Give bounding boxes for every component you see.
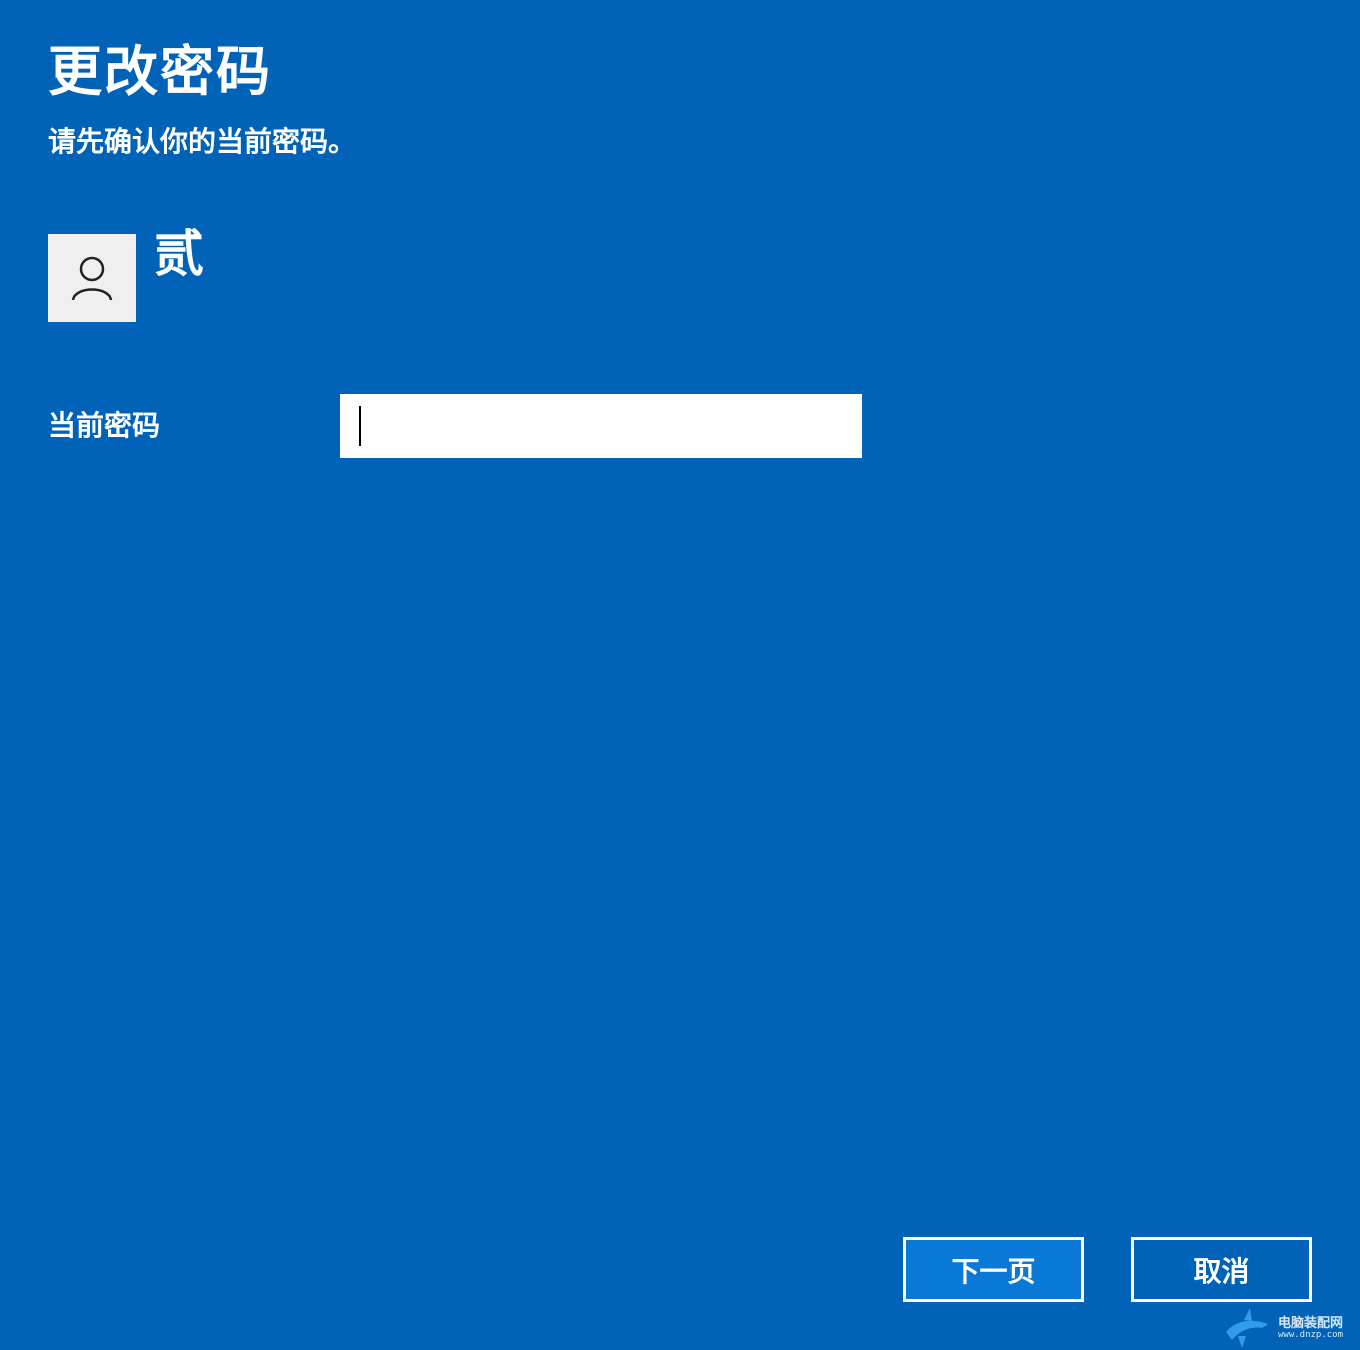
current-password-input[interactable] bbox=[340, 394, 862, 458]
watermark-title: 电脑装配网 bbox=[1278, 1316, 1344, 1331]
cancel-button[interactable]: 取消 bbox=[1131, 1237, 1312, 1302]
watermark: 电脑装配网 www.dnzp.com bbox=[1222, 1306, 1360, 1350]
person-icon bbox=[71, 256, 113, 301]
page-title: 更改密码 bbox=[48, 40, 272, 103]
user-name: 贰 bbox=[154, 225, 204, 283]
next-button[interactable]: 下一页 bbox=[903, 1237, 1084, 1302]
current-password-label: 当前密码 bbox=[48, 409, 161, 442]
text-caret bbox=[359, 406, 361, 446]
avatar bbox=[48, 234, 136, 322]
shark-logo-icon bbox=[1226, 1308, 1268, 1348]
page-subtitle: 请先确认你的当前密码。 bbox=[48, 125, 357, 158]
watermark-url: www.dnzp.com bbox=[1278, 1330, 1344, 1340]
